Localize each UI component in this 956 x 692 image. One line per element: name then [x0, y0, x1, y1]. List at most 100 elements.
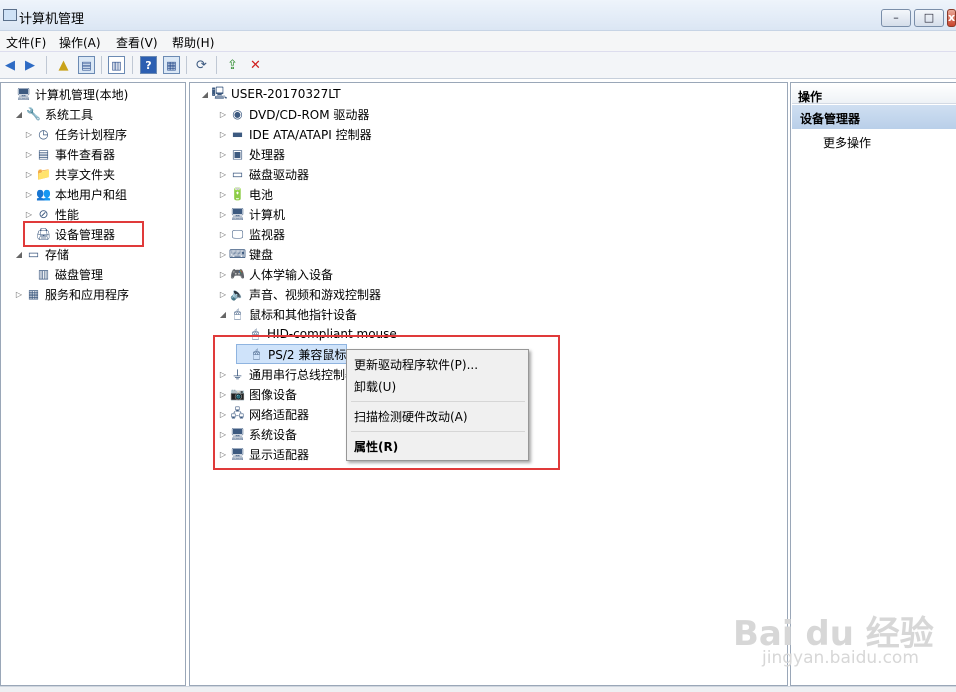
maximize-button[interactable]: □: [914, 9, 944, 27]
properties-icon[interactable]: ▥: [108, 56, 125, 74]
expand-arrow-icon[interactable]: ▷: [218, 190, 228, 199]
menu-help[interactable]: 帮助(H): [172, 34, 214, 51]
navigation-tree: 🖥 计算机管理(本地) ◢ 🔧 系统工具 ▷ ◷ 任务计划程序 ▷ ▤ 事件查看器 ▷ 📁 共享文件夹 ▷ 👥…: [0, 82, 186, 686]
expand-arrow-icon[interactable]: ▷: [24, 190, 34, 199]
device-tree-label: 磁盘驱动器: [249, 167, 310, 182]
expand-arrow-icon[interactable]: ◢: [14, 250, 24, 259]
expand-arrow-icon[interactable]: ▷: [24, 170, 34, 179]
expand-arrow-icon[interactable]: ▷: [218, 110, 228, 119]
nav-tree-item[interactable]: ▷ ▦ 服务和应用程序: [14, 284, 129, 304]
device-tree-label: 声音、视频和游戏控制器: [249, 287, 382, 302]
expand-arrow-icon[interactable]: ▷: [218, 150, 228, 159]
nav-tree-label: 本地用户和组: [55, 187, 128, 202]
nav-tree-item[interactable]: ▥ 磁盘管理: [24, 264, 103, 284]
title-bar: 计算机管理 – □ x: [0, 0, 956, 31]
computer-management-icon: 🖥: [15, 87, 32, 101]
expand-arrow-icon[interactable]: ▷: [24, 210, 34, 219]
device-tree-label: USER-20170327LT: [231, 87, 341, 101]
device-tree-item[interactable]: ▷ ◉ DVD/CD-ROM 驱动器: [218, 104, 370, 124]
monitor-icon: 🖵: [231, 226, 244, 241]
device-tree-item[interactable]: ▷ ▬ IDE ATA/ATAPI 控制器: [218, 124, 372, 144]
nav-tree-label: 共享文件夹: [55, 167, 116, 182]
device-tree-label: 监视器: [249, 227, 286, 242]
toolbar-separator: [46, 56, 47, 74]
device-tree-item[interactable]: ▷ 🎮 人体学输入设备: [218, 264, 333, 284]
clock-icon: ◷: [38, 127, 49, 141]
device-tree-label: IDE ATA/ATAPI 控制器: [249, 127, 372, 142]
nav-tree-label: 性能: [55, 207, 80, 222]
expand-arrow-icon[interactable]: ◢: [200, 90, 210, 99]
performance-icon: ⊘: [38, 207, 49, 221]
device-tree-item[interactable]: ▷ ⌨ 键盘: [218, 244, 273, 264]
nav-tree-label: 任务计划程序: [55, 127, 128, 142]
disk-management-icon: ▥: [37, 267, 50, 281]
ide-controller-icon: ▬: [231, 127, 244, 141]
expand-arrow-icon[interactable]: ▷: [218, 250, 228, 259]
nav-tree-label: 磁盘管理: [55, 267, 104, 282]
device-tree-item[interactable]: ◢ 🖳 USER-20170327LT: [200, 84, 341, 104]
device-tree-item[interactable]: ▷ 🔋 电池: [218, 184, 273, 204]
show-hide-tree-icon[interactable]: ▤: [78, 56, 95, 74]
back-arrow-icon[interactable]: ◀: [2, 56, 18, 74]
storage-icon: ▭: [27, 247, 40, 261]
device-tree-item[interactable]: ▷ 🔈 声音、视频和游戏控制器: [218, 284, 381, 304]
nav-tree-label: 事件查看器: [55, 147, 116, 162]
nav-tree-item[interactable]: ◢ 🔧 系统工具: [14, 104, 93, 124]
minimize-button[interactable]: –: [881, 9, 911, 27]
menu-action[interactable]: 操作(A): [59, 34, 101, 51]
toolbar-separator: [216, 56, 217, 74]
computer-management-icon: [3, 9, 17, 21]
event-viewer-icon: ▤: [37, 147, 50, 161]
help-icon[interactable]: ?: [140, 56, 157, 74]
expand-arrow-icon[interactable]: ▷: [24, 130, 34, 139]
close-button[interactable]: x: [947, 9, 956, 27]
scan-hardware-icon[interactable]: ⟳: [193, 56, 210, 74]
expand-arrow-icon[interactable]: ◢: [218, 310, 228, 319]
expand-arrow-icon[interactable]: ▷: [218, 210, 228, 219]
expand-arrow-icon[interactable]: ▷: [218, 170, 228, 179]
device-tree-label: 处理器: [249, 147, 286, 162]
device-tree-item[interactable]: ▷ 🖵 监视器: [218, 224, 285, 244]
expand-arrow-icon[interactable]: ▷: [218, 290, 228, 299]
device-tree-item[interactable]: ◢ 🖱 鼠标和其他指针设备: [218, 304, 357, 324]
toolbar-separator: [132, 56, 133, 74]
device-tree-label: DVD/CD-ROM 驱动器: [249, 107, 370, 122]
dvd-drive-icon: ◉: [232, 107, 243, 121]
menu-view[interactable]: 查看(V): [116, 34, 158, 51]
nav-tree-label: 服务和应用程序: [45, 287, 130, 302]
expand-arrow-icon[interactable]: ▷: [218, 130, 228, 139]
shared-folder-icon: 📁: [36, 167, 51, 181]
expand-arrow-icon[interactable]: ◢: [14, 110, 24, 119]
nav-tree-item[interactable]: ▷ ▤ 事件查看器: [24, 144, 115, 164]
nav-tree-item[interactable]: ▷ 📁 共享文件夹: [24, 164, 115, 184]
device-tree-item[interactable]: ▷ 🖥 计算机: [218, 204, 285, 224]
expand-arrow-icon[interactable]: ▷: [218, 230, 228, 239]
actions-pane: 操作 设备管理器 更多操作: [790, 82, 956, 686]
device-tree-item[interactable]: ▷ ▣ 处理器: [218, 144, 285, 164]
users-icon: 👥: [36, 187, 51, 201]
nav-tree-item[interactable]: ▷ 👥 本地用户和组: [24, 184, 127, 204]
device-tree-item[interactable]: ▷ ▭ 磁盘驱动器: [218, 164, 309, 184]
toolbar: ◀ ▶ ▲ ▤ ▥ ? ▦ ⟳ ⇪ ✕: [0, 52, 956, 79]
expand-arrow-icon[interactable]: ▷: [218, 270, 228, 279]
disk-drive-icon: ▭: [231, 167, 244, 181]
nav-tree-item[interactable]: ◢ ▭ 存储: [14, 244, 69, 264]
nav-tree-item[interactable]: ▷ ◷ 任务计划程序: [24, 124, 127, 144]
nav-tree-item[interactable]: 🖥 计算机管理(本地): [4, 84, 128, 104]
computer-icon: 🖥: [229, 207, 246, 221]
watermark-url: jingyan.baidu.com: [762, 648, 919, 668]
expand-arrow-icon[interactable]: ▷: [14, 290, 24, 299]
device-tree-label: 电池: [249, 187, 274, 202]
show-action-pane-icon[interactable]: ▦: [163, 56, 180, 74]
nav-tree-label: 存储: [45, 247, 70, 262]
actions-section-device-manager[interactable]: 设备管理器: [792, 105, 956, 129]
highlight-box-device-manager: [23, 221, 144, 247]
menu-file[interactable]: 文件(F): [6, 34, 46, 51]
uninstall-icon[interactable]: ✕: [247, 56, 264, 74]
sound-icon: 🔈: [230, 287, 245, 301]
more-actions-link[interactable]: 更多操作: [823, 134, 871, 151]
expand-arrow-icon[interactable]: ▷: [24, 150, 34, 159]
forward-arrow-icon[interactable]: ▶: [22, 56, 38, 74]
update-driver-icon[interactable]: ⇪: [224, 56, 241, 74]
up-folder-icon[interactable]: ▲: [55, 56, 72, 74]
